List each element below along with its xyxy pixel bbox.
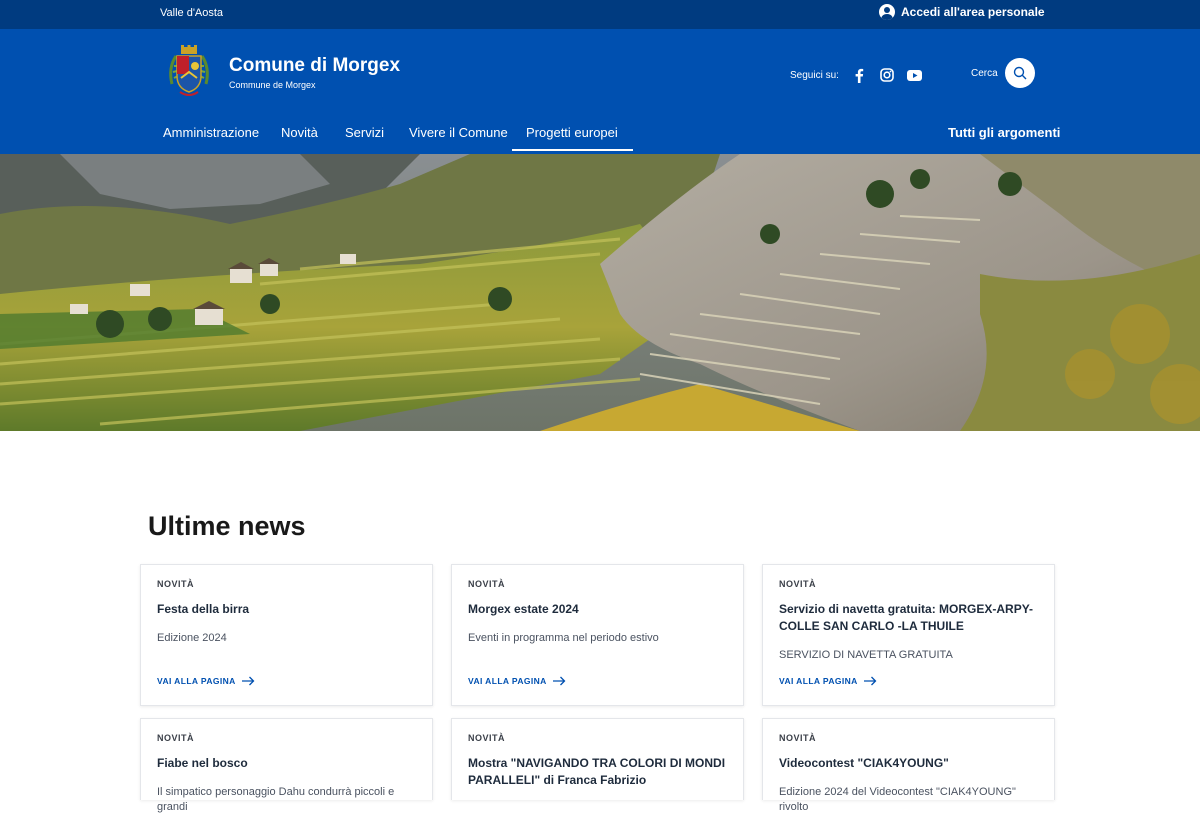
news-card-link[interactable]: VAI ALLA PAGINA — [468, 676, 566, 686]
site-title[interactable]: Comune di Morgex — [229, 55, 400, 77]
youtube-icon[interactable] — [907, 67, 923, 83]
news-card-title[interactable]: Servizio di navetta gratuita: MORGEX-ARP… — [779, 601, 1041, 635]
nav-item-servizi[interactable]: Servizi — [345, 125, 384, 140]
login-label: Accedi all'area personale — [901, 5, 1045, 19]
news-card[interactable]: NOVITÀ Mostra "NAVIGANDO TRA COLORI DI M… — [451, 718, 744, 800]
news-card-title[interactable]: Festa della birra — [157, 601, 419, 618]
site-subtitle: Commune de Morgex — [229, 80, 316, 90]
login-button[interactable]: Accedi all'area personale — [879, 4, 1045, 20]
municipal-crest-icon[interactable] — [166, 44, 212, 102]
news-card-category: NOVITÀ — [468, 579, 506, 589]
news-card-title[interactable]: Videocontest "CIAK4YOUNG" — [779, 755, 1041, 772]
news-card[interactable]: NOVITÀ Festa della birra Edizione 2024 V… — [140, 564, 433, 706]
search-button[interactable] — [1005, 58, 1035, 88]
social-links: Seguici su: — [790, 67, 935, 83]
user-icon — [879, 4, 895, 20]
facebook-icon[interactable] — [851, 67, 867, 83]
news-card[interactable]: NOVITÀ Fiabe nel bosco Il simpatico pers… — [140, 718, 433, 813]
nav-item-novita[interactable]: Novità — [281, 125, 318, 140]
news-card-link-label: VAI ALLA PAGINA — [157, 676, 236, 686]
instagram-icon[interactable] — [879, 67, 895, 83]
search-label[interactable]: Cerca — [971, 68, 998, 79]
arrow-right-icon — [552, 676, 566, 686]
arrow-right-icon — [863, 676, 877, 686]
news-section-title: Ultime news — [148, 511, 306, 541]
all-topics-link[interactable]: Tutti gli argomenti — [948, 125, 1060, 140]
news-card-title[interactable]: Fiabe nel bosco — [157, 755, 419, 772]
news-card-category: NOVITÀ — [779, 733, 817, 743]
hero-image — [0, 154, 1200, 431]
news-card-description: SERVIZIO DI NAVETTA GRATUITA — [779, 649, 953, 661]
news-card-link[interactable]: VAI ALLA PAGINA — [157, 676, 255, 686]
news-card-category: NOVITÀ — [157, 733, 195, 743]
news-card-title[interactable]: Morgex estate 2024 — [468, 601, 730, 618]
news-card-category: NOVITÀ — [157, 579, 195, 589]
news-card-description: Il simpatico personaggio Dahu condurrà p… — [157, 786, 395, 813]
social-label: Seguici su: — [790, 69, 839, 81]
site-header: Comune di Morgex Commune de Morgex Segui… — [0, 29, 1200, 154]
news-card-description: Eventi in programma nel periodo estivo — [468, 632, 659, 644]
news-card[interactable]: NOVITÀ Videocontest "CIAK4YOUNG" Edizion… — [762, 718, 1055, 813]
news-card-category: NOVITÀ — [468, 733, 506, 743]
news-card-link-label: VAI ALLA PAGINA — [468, 676, 547, 686]
region-link[interactable]: Valle d'Aosta — [160, 7, 223, 19]
arrow-right-icon — [241, 676, 255, 686]
news-card-category: NOVITÀ — [779, 579, 817, 589]
top-bar: Valle d'Aosta Accedi all'area personale — [0, 0, 1200, 29]
news-card-link-label: VAI ALLA PAGINA — [779, 676, 858, 686]
news-card[interactable]: NOVITÀ Morgex estate 2024 Eventi in prog… — [451, 564, 744, 706]
news-card-link[interactable]: VAI ALLA PAGINA — [779, 676, 877, 686]
news-card-description: Edizione 2024 — [157, 632, 227, 644]
nav-item-amministrazione[interactable]: Amministrazione — [163, 125, 259, 140]
news-card[interactable]: NOVITÀ Servizio di navetta gratuita: MOR… — [762, 564, 1055, 706]
search-icon — [1013, 66, 1027, 80]
nav-item-progetti-europei[interactable]: Progetti europei — [512, 125, 633, 151]
news-card-title[interactable]: Mostra "NAVIGANDO TRA COLORI DI MONDI PA… — [468, 755, 730, 789]
main-nav: Amministrazione Novità Servizi Vivere il… — [0, 116, 1200, 154]
nav-item-vivere-il-comune[interactable]: Vivere il Comune — [409, 125, 508, 140]
news-card-description: Edizione 2024 del Videocontest "CIAK4YOU… — [779, 786, 1016, 813]
